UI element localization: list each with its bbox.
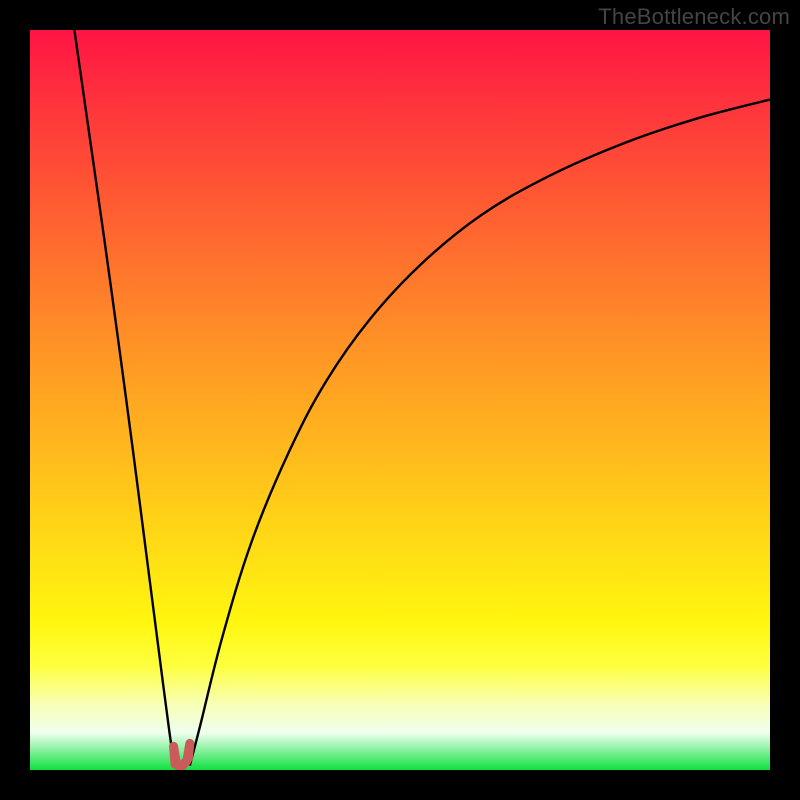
chart-frame: TheBottleneck.com <box>0 0 800 800</box>
plot-area <box>30 30 770 770</box>
left-branch-curve <box>74 30 175 767</box>
curve-layer <box>30 30 770 770</box>
right-branch-curve <box>190 100 770 766</box>
valley-highlight-shape <box>174 743 190 767</box>
watermark-text: TheBottleneck.com <box>598 4 790 30</box>
